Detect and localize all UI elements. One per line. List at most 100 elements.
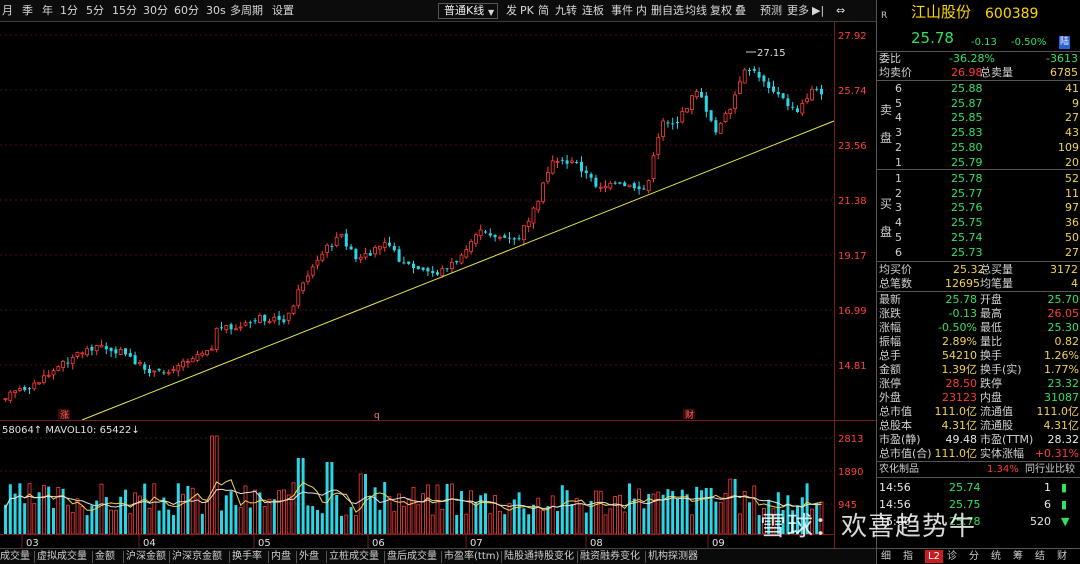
book-price[interactable]: 25.78 bbox=[951, 172, 983, 185]
period-60min[interactable]: 60分 bbox=[174, 4, 199, 18]
price-change: -0.13 bbox=[971, 37, 997, 48]
more-button[interactable]: 更多 bbox=[787, 4, 809, 18]
multi-period-button[interactable]: 多周期 bbox=[230, 4, 263, 18]
total-buy-vol: 3172 bbox=[1050, 263, 1078, 276]
event-marker-q[interactable]: q bbox=[374, 411, 380, 420]
side-tab[interactable]: 诊 bbox=[947, 550, 957, 563]
indicator-tab[interactable]: 金额 bbox=[95, 550, 115, 563]
tool-fa[interactable]: 发 bbox=[506, 4, 517, 18]
price-tick-label: 16.99 bbox=[838, 306, 867, 317]
tool-jian[interactable]: 简 bbox=[538, 4, 549, 18]
indicator-tab[interactable]: 立桩成交量 bbox=[329, 550, 379, 563]
side-tab[interactable]: 筹 bbox=[1013, 550, 1023, 563]
book-price[interactable]: 25.88 bbox=[951, 82, 983, 95]
period-30min[interactable]: 30分 bbox=[143, 4, 168, 18]
stat-label: 最高 bbox=[980, 307, 1002, 320]
candlestick-chart[interactable]: 27.15 27.92 25.74 23.56 21.38 19.17 16.99 14.8… bbox=[0, 22, 876, 420]
side-tab[interactable]: 分 bbox=[969, 550, 979, 563]
side-tab[interactable]: 统 bbox=[991, 550, 1001, 563]
book-price[interactable]: 25.73 bbox=[951, 246, 983, 259]
side-tab[interactable]: 结 bbox=[1035, 550, 1045, 563]
tool-jiuzhuan[interactable]: 九转 bbox=[555, 4, 577, 18]
candle-up bbox=[42, 375, 46, 383]
period-month[interactable]: 月 bbox=[2, 4, 13, 18]
tool-pk[interactable]: PK bbox=[520, 4, 534, 18]
sector-name[interactable]: 农化制品 bbox=[879, 463, 919, 476]
adjust-price-button[interactable]: 复权 bbox=[710, 4, 732, 18]
connect-tag[interactable]: 陆 bbox=[1059, 36, 1071, 49]
overlay-button[interactable]: 叠 bbox=[735, 4, 746, 18]
volume-bar-down bbox=[234, 505, 238, 534]
side-tab[interactable]: 细 bbox=[881, 550, 891, 563]
trend-line bbox=[81, 120, 835, 420]
candle-up bbox=[61, 360, 65, 368]
period-quarter[interactable]: 季 bbox=[22, 4, 33, 18]
book-price[interactable]: 25.75 bbox=[951, 216, 983, 229]
indicator-tab[interactable]: 成交量 bbox=[0, 550, 30, 563]
book-level: 1 bbox=[895, 172, 902, 185]
settings-button[interactable]: 设置 bbox=[272, 4, 294, 18]
period-30s[interactable]: 30s bbox=[206, 4, 226, 18]
indicator-tab[interactable]: 沪深京金额 bbox=[172, 550, 222, 563]
candle-down bbox=[767, 81, 771, 88]
candle-down bbox=[426, 268, 430, 272]
period-year[interactable]: 年 bbox=[42, 4, 53, 18]
period-5min[interactable]: 5分 bbox=[86, 4, 104, 18]
volume-bar-up bbox=[286, 494, 291, 535]
candle-down bbox=[229, 324, 233, 330]
candle-down bbox=[623, 182, 627, 187]
tool-lianban[interactable]: 连板 bbox=[582, 4, 604, 18]
period-1min[interactable]: 1分 bbox=[60, 4, 78, 18]
volume-bar-up bbox=[541, 510, 545, 535]
candle-up bbox=[171, 369, 176, 371]
indicator-tab[interactable]: 盘后成交量 bbox=[387, 550, 437, 563]
avg-sell-price: 26.98 bbox=[951, 66, 983, 79]
indicator-tab[interactable]: 换手率 bbox=[232, 550, 262, 563]
tab-separator bbox=[34, 551, 35, 563]
volume-bar-up bbox=[353, 515, 358, 535]
book-price[interactable]: 25.85 bbox=[951, 111, 983, 124]
indicator-tab[interactable]: 机构探测器 bbox=[648, 550, 698, 563]
indicator-tab[interactable]: 外盘 bbox=[299, 550, 319, 563]
volume-bar-up bbox=[344, 514, 349, 535]
side-tab[interactable]: 指 bbox=[903, 550, 913, 563]
book-price[interactable]: 25.76 bbox=[951, 201, 983, 214]
indicator-tab[interactable]: 市盈率(ttm) bbox=[444, 550, 499, 563]
side-tab[interactable]: L2 bbox=[925, 550, 943, 563]
book-price[interactable]: 25.77 bbox=[951, 187, 983, 200]
watermark: 雪球：欢喜趋势牛 bbox=[760, 512, 977, 542]
book-price[interactable]: 25.74 bbox=[951, 231, 983, 244]
volume-bar-up bbox=[238, 507, 243, 535]
book-price[interactable]: 25.83 bbox=[951, 126, 983, 139]
indicator-tab[interactable]: 沪深金额 bbox=[126, 550, 166, 563]
book-volume: 27 bbox=[1065, 245, 1079, 259]
forecast-button[interactable]: 预测 bbox=[760, 4, 782, 18]
event-marker-limitup[interactable]: 涨 bbox=[60, 410, 69, 420]
volume-bar-down bbox=[685, 494, 689, 534]
tool-inner[interactable]: 内 bbox=[636, 4, 647, 18]
weibi-pct: -36.28% bbox=[949, 52, 995, 65]
expand-icon[interactable]: ⇔ bbox=[836, 4, 845, 18]
book-price[interactable]: 25.87 bbox=[951, 97, 983, 110]
flag-icon[interactable]: ▶| bbox=[812, 4, 824, 18]
indicator-tab[interactable]: 陆股通持股变化 bbox=[504, 550, 574, 563]
event-marker-finance[interactable]: 财 bbox=[685, 409, 694, 420]
remove-favorite-button[interactable]: 删自选 bbox=[651, 4, 684, 18]
indicator-tab[interactable]: 虚拟成交量 bbox=[37, 550, 87, 563]
tool-events[interactable]: 事件 bbox=[611, 4, 633, 18]
stock-name: 江山股份 bbox=[911, 3, 972, 21]
volume-chart[interactable]: 58064↑ MAVOL10: 65422↓ 28131890945 03 04 0… bbox=[0, 420, 876, 548]
volume-bar-up bbox=[253, 489, 258, 535]
sector-compare-link[interactable]: 同行业比较 bbox=[1025, 463, 1075, 476]
book-price[interactable]: 25.79 bbox=[951, 156, 983, 169]
indicator-tab[interactable]: 内盘 bbox=[271, 550, 291, 563]
ma-line-button[interactable]: 均线 bbox=[685, 4, 707, 18]
book-volume: 52 bbox=[1065, 172, 1079, 185]
volume-bar-up bbox=[152, 483, 157, 535]
indicator-tab[interactable]: 融资融券变化 bbox=[580, 550, 640, 563]
chevron-down-icon: ▼ bbox=[488, 8, 495, 17]
period-15min[interactable]: 15分 bbox=[112, 4, 137, 18]
book-price[interactable]: 25.80 bbox=[951, 141, 983, 154]
volume-bar-up bbox=[99, 483, 104, 535]
side-tab[interactable]: 财 bbox=[1057, 550, 1067, 563]
